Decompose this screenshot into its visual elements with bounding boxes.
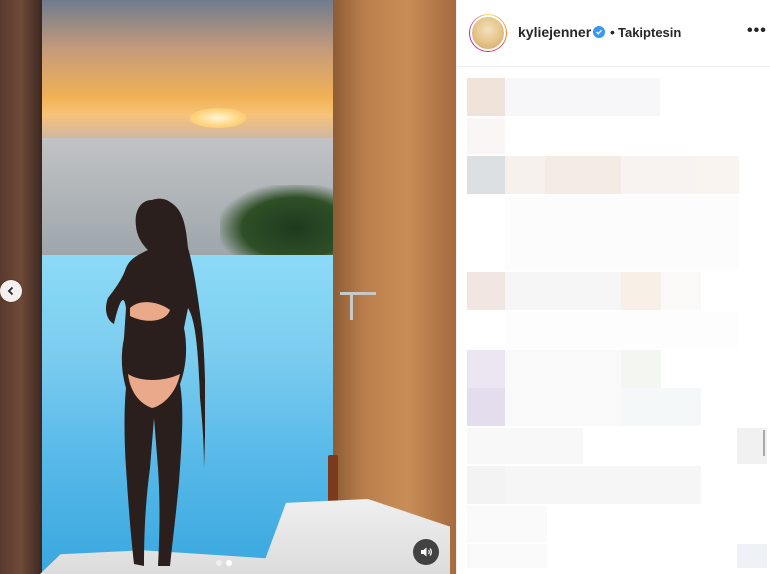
door-latch — [328, 455, 338, 503]
blurred-block — [621, 272, 661, 310]
blurred-block — [505, 350, 621, 426]
carousel-dot-active — [226, 560, 232, 566]
blurred-block — [505, 312, 739, 348]
blurred-block — [467, 506, 547, 542]
post-header: kyliejenner • Takiptesin ••• — [457, 0, 770, 67]
blurred-block — [467, 156, 505, 194]
blurred-block — [505, 78, 660, 116]
blurred-block — [467, 118, 505, 154]
carousel-indicator — [216, 560, 232, 566]
more-horizontal-icon[interactable]: ••• — [747, 22, 767, 40]
blurred-comments-area — [467, 78, 767, 568]
post-media[interactable] — [0, 0, 456, 574]
blurred-block — [621, 388, 701, 426]
header-separator: • — [610, 24, 615, 40]
post-sidebar: kyliejenner • Takiptesin ••• — [456, 0, 770, 574]
trees — [220, 185, 345, 257]
blurred-block — [621, 156, 697, 194]
blurred-block — [467, 78, 505, 116]
blurred-block — [661, 272, 701, 310]
sun — [190, 108, 246, 128]
checkmark-icon — [596, 29, 602, 35]
scrollbar[interactable] — [763, 430, 765, 456]
blurred-block — [505, 196, 739, 270]
blurred-block — [697, 156, 739, 194]
blurred-block — [467, 428, 583, 464]
avatar-story-ring[interactable] — [469, 14, 507, 52]
username-link[interactable]: kyliejenner — [518, 24, 591, 40]
blurred-block — [467, 466, 505, 504]
blurred-block — [467, 272, 505, 310]
previous-media-button[interactable] — [0, 280, 22, 302]
verified-badge-icon — [593, 26, 605, 38]
blurred-block — [545, 156, 621, 194]
following-status-button[interactable]: Takiptesin — [618, 25, 681, 40]
chevron-left-icon — [7, 286, 14, 296]
avatar[interactable] — [470, 15, 506, 51]
blurred-block — [467, 350, 505, 388]
blurred-block — [505, 466, 701, 504]
person-silhouette — [106, 198, 205, 566]
sound-toggle-button[interactable] — [413, 539, 439, 565]
speaker-icon — [421, 547, 432, 557]
door-handle — [340, 292, 376, 295]
blurred-block — [467, 388, 505, 426]
blurred-block — [467, 544, 547, 568]
blurred-block — [505, 156, 545, 194]
blurred-block — [621, 350, 661, 388]
sunset-sky — [20, 0, 350, 140]
carousel-dot — [216, 560, 222, 566]
blurred-block — [737, 544, 767, 568]
door-handle-bolt — [350, 292, 353, 320]
blurred-block — [505, 272, 621, 310]
wooden-door — [333, 0, 456, 574]
